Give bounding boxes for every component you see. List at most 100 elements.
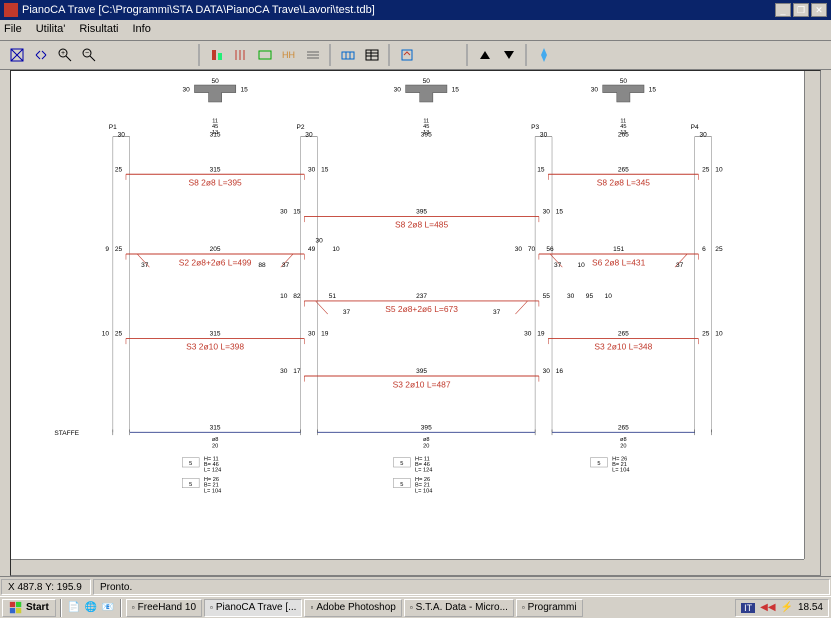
- tool-center-icon[interactable]: [533, 44, 555, 66]
- tool-expand-icon[interactable]: [30, 44, 52, 66]
- svg-text:30: 30: [308, 331, 316, 338]
- svg-text:51: 51: [329, 293, 337, 300]
- clock[interactable]: 18.54: [798, 602, 823, 613]
- svg-text:30: 30: [543, 368, 551, 375]
- svg-text:395: 395: [416, 209, 427, 216]
- svg-text:151: 151: [613, 246, 624, 253]
- svg-text:265: 265: [618, 166, 629, 173]
- taskbar-app-button[interactable]: ▫Programmi: [516, 599, 583, 617]
- svg-text:50: 50: [211, 78, 219, 85]
- tool-grid-icon[interactable]: [337, 44, 359, 66]
- horizontal-scrollbar[interactable]: [11, 559, 804, 575]
- ql-icon[interactable]: 📧: [100, 600, 116, 616]
- svg-text:37: 37: [141, 262, 149, 269]
- tool-zoomout-icon[interactable]: −: [78, 44, 100, 66]
- svg-text:15: 15: [537, 166, 545, 173]
- tool-view1-icon[interactable]: [206, 44, 228, 66]
- status-message: Pronto.: [93, 579, 830, 595]
- svg-text:10: 10: [280, 293, 288, 300]
- svg-text:30: 30: [394, 87, 402, 94]
- menu-file[interactable]: File: [4, 23, 22, 35]
- svg-text:30: 30: [182, 87, 190, 94]
- svg-text:P4: P4: [691, 124, 699, 131]
- svg-text:S5 2ø8+2ø6 L=673: S5 2ø8+2ø6 L=673: [385, 304, 458, 314]
- svg-text:L= 104: L= 104: [612, 468, 629, 474]
- svg-text:30: 30: [118, 132, 126, 139]
- svg-text:70: 70: [528, 246, 536, 253]
- tool-table-icon[interactable]: [361, 44, 383, 66]
- menu-bar: File Utilita' Risultati Info: [0, 20, 831, 38]
- svg-text:88: 88: [258, 262, 266, 269]
- svg-text:30: 30: [305, 132, 313, 139]
- ql-icon[interactable]: 🌐: [83, 600, 99, 616]
- tool-export-icon[interactable]: [396, 44, 418, 66]
- windows-icon: [9, 601, 23, 615]
- menu-info[interactable]: Info: [132, 23, 150, 35]
- taskbar-app-button[interactable]: ▫Adobe Photoshop: [304, 599, 401, 617]
- tool-view2-icon[interactable]: [230, 44, 252, 66]
- tool-zoomin-icon[interactable]: +: [54, 44, 76, 66]
- svg-text:25: 25: [115, 246, 123, 253]
- scroll-corner: [804, 559, 820, 575]
- tool-down-icon[interactable]: [498, 44, 520, 66]
- svg-text:S3 2ø10 L=487: S3 2ø10 L=487: [393, 379, 451, 389]
- svg-text:15: 15: [452, 87, 460, 94]
- start-button[interactable]: Start: [2, 599, 56, 617]
- svg-text:50: 50: [620, 78, 628, 85]
- tray-icon[interactable]: ⚡: [781, 602, 793, 613]
- svg-text:19: 19: [321, 331, 329, 338]
- svg-text:S8 2ø8 L=345: S8 2ø8 L=345: [597, 177, 651, 187]
- minimize-button[interactable]: _: [775, 3, 791, 17]
- tool-view5-icon[interactable]: [302, 44, 324, 66]
- taskbar-app-button[interactable]: ▫S.T.A. Data - Micro...: [404, 599, 514, 617]
- svg-text:20: 20: [620, 443, 626, 449]
- drawing-canvas[interactable]: P130P230P330P430315395265503015114513503…: [11, 71, 804, 559]
- svg-text:30: 30: [524, 331, 532, 338]
- tool-fit-icon[interactable]: [6, 44, 28, 66]
- svg-text:237: 237: [416, 293, 427, 300]
- system-tray[interactable]: IT ◀◀ ⚡ 18.54: [735, 599, 829, 617]
- system-taskbar: Start 📄 🌐 📧 ▫FreeHand 10▫PianoCA Trave […: [0, 596, 831, 618]
- close-button[interactable]: ✕: [811, 3, 827, 17]
- tool-view4-icon[interactable]: HH: [278, 44, 300, 66]
- svg-text:395: 395: [416, 368, 427, 375]
- svg-text:5: 5: [400, 482, 403, 488]
- svg-text:13: 13: [620, 130, 626, 136]
- svg-text:30: 30: [308, 166, 316, 173]
- svg-text:30: 30: [699, 132, 707, 139]
- window-title: PianoCA Trave [C:\Programmi\STA DATA\Pia…: [22, 4, 775, 16]
- menu-risultati[interactable]: Risultati: [79, 23, 118, 35]
- svg-text:5: 5: [597, 461, 600, 467]
- svg-text:+: +: [61, 50, 65, 57]
- svg-text:265: 265: [618, 424, 629, 431]
- taskbar-app-button[interactable]: ▫FreeHand 10: [126, 599, 202, 617]
- svg-text:49: 49: [308, 246, 316, 253]
- svg-text:30: 30: [280, 368, 288, 375]
- menu-utilita[interactable]: Utilita': [36, 23, 66, 35]
- svg-text:10: 10: [605, 293, 613, 300]
- svg-text:30: 30: [280, 209, 288, 216]
- svg-text:10: 10: [332, 246, 340, 253]
- svg-text:30: 30: [540, 132, 548, 139]
- restore-button[interactable]: ❐: [793, 3, 809, 17]
- svg-text:15: 15: [556, 209, 564, 216]
- app-icon: [4, 3, 18, 17]
- svg-text:10: 10: [102, 331, 110, 338]
- svg-text:5: 5: [189, 461, 192, 467]
- lang-indicator[interactable]: IT: [741, 603, 755, 613]
- tray-icon[interactable]: ◀◀: [760, 602, 775, 613]
- svg-text:19: 19: [537, 331, 545, 338]
- svg-text:265: 265: [618, 331, 629, 338]
- tool-up-icon[interactable]: [474, 44, 496, 66]
- svg-text:17: 17: [293, 368, 301, 375]
- vertical-scrollbar[interactable]: [804, 71, 820, 559]
- ql-icon[interactable]: 📄: [66, 600, 82, 616]
- tool-view3-icon[interactable]: [254, 44, 276, 66]
- svg-text:315: 315: [210, 166, 221, 173]
- svg-text:9: 9: [105, 246, 109, 253]
- svg-text:P3: P3: [531, 124, 539, 131]
- start-label: Start: [26, 602, 49, 613]
- svg-text:HH: HH: [282, 50, 295, 60]
- taskbar-app-button[interactable]: ▫PianoCA Trave [...: [204, 599, 302, 617]
- svg-text:15: 15: [293, 209, 301, 216]
